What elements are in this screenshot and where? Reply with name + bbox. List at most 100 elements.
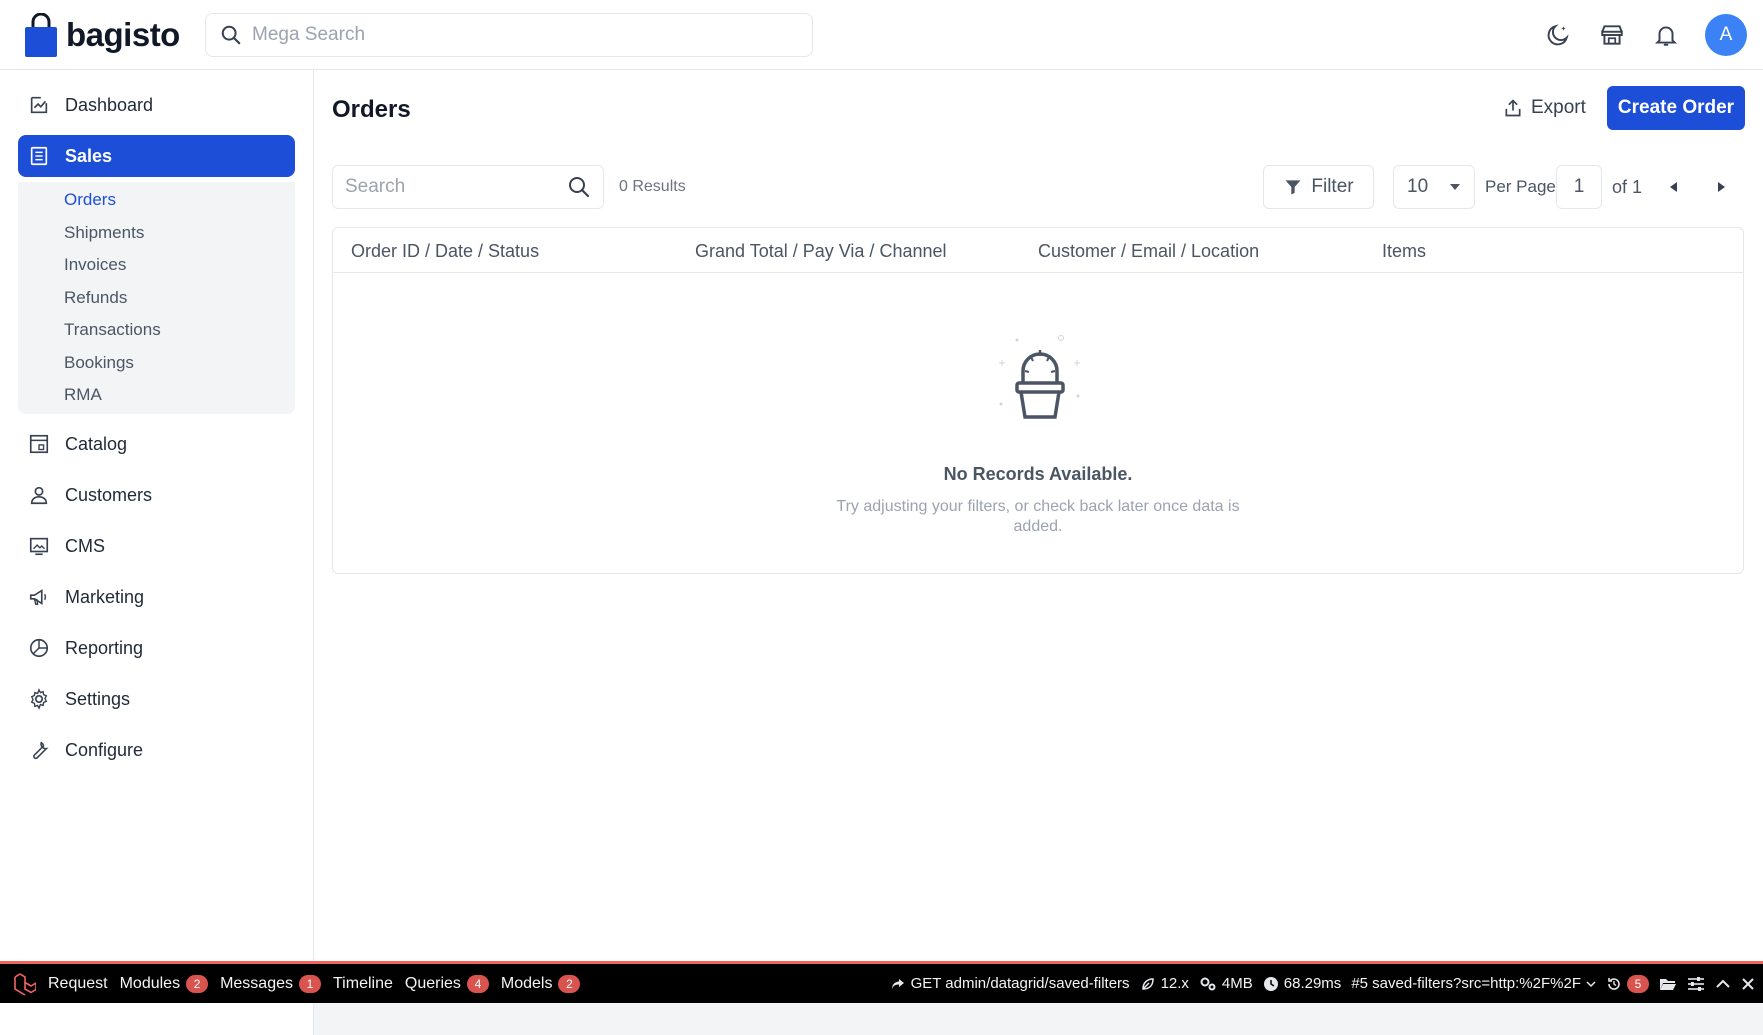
debug-tabs: Request Modules 2 Messages 1 Timeline Qu…	[0, 964, 586, 1003]
empty-cactus-icon	[999, 335, 1080, 419]
debug-tab-label: Timeline	[333, 974, 393, 992]
debug-tab-messages[interactable]: Messages 1	[214, 964, 327, 1003]
debug-version-text: 12.x	[1160, 975, 1189, 992]
create-order-button[interactable]: Create Order	[1607, 86, 1745, 130]
sidebar-item-sales[interactable]: Sales	[18, 135, 295, 177]
history-icon	[1608, 977, 1620, 990]
gear-icon	[27, 687, 51, 711]
debug-request-text: #5 saved-filters?src=http:%2F%2F	[1351, 975, 1581, 992]
submenu-item-refunds[interactable]: Refunds	[64, 288, 127, 308]
submenu-item-invoices[interactable]: Invoices	[64, 255, 126, 275]
sidebar-item-label: CMS	[65, 535, 105, 556]
sidebar-item-marketing[interactable]: Marketing	[18, 576, 295, 618]
header-actions: A	[1543, 13, 1747, 57]
filter-label: Filter	[1311, 176, 1354, 197]
debug-duration-text: 68.29ms	[1283, 975, 1342, 992]
submenu-item-shipments[interactable]: Shipments	[64, 223, 144, 243]
column-header-customer[interactable]: Customer / Email / Location	[1038, 241, 1259, 262]
debug-tab-request[interactable]: Request	[42, 964, 114, 1003]
debug-meta: GET admin/datagrid/saved-filters 12.x 4M…	[890, 964, 1755, 1003]
wrench-icon	[27, 738, 51, 762]
per-page-select[interactable]: 10	[1393, 165, 1475, 209]
megaphone-icon	[27, 585, 51, 609]
mega-search-box[interactable]	[205, 13, 813, 57]
sidebar-item-configure[interactable]: Configure	[18, 729, 295, 771]
sales-submenu: Orders Shipments Invoices Refunds Transa…	[18, 182, 295, 414]
orders-datagrid: Order ID / Date / Status Grand Total / P…	[332, 227, 1744, 574]
submenu-item-bookings[interactable]: Bookings	[64, 353, 134, 373]
column-header-grand-total[interactable]: Grand Total / Pay Via / Channel	[695, 241, 947, 262]
dashboard-icon	[27, 93, 51, 117]
sidebar-item-label: Configure	[65, 739, 144, 760]
per-page-value: 10	[1407, 176, 1429, 197]
page-number-input[interactable]: 1	[1556, 165, 1602, 209]
brand-logo[interactable]: bagisto	[24, 12, 180, 58]
search-icon	[221, 25, 241, 45]
debug-badge: 2	[558, 974, 581, 993]
sales-icon	[27, 144, 51, 168]
debug-tab-modules[interactable]: Modules 2	[114, 964, 214, 1003]
next-page-icon[interactable]	[1710, 176, 1732, 198]
debug-tab-label: Request	[48, 974, 108, 992]
debug-badge: 1	[299, 974, 321, 993]
sidebar-item-customers[interactable]: Customers	[18, 474, 295, 516]
filter-button[interactable]: Filter	[1263, 165, 1374, 209]
empty-state-title: No Records Available.	[943, 464, 1133, 484]
debug-tab-timeline[interactable]: Timeline	[327, 964, 399, 1003]
datagrid-search-input[interactable]	[345, 176, 545, 198]
page-total-label: of 1	[1612, 177, 1643, 197]
debug-duration: 68.29ms	[1263, 975, 1342, 992]
sidebar-item-catalog[interactable]: Catalog	[18, 423, 295, 465]
column-header-order[interactable]: Order ID / Date / Status	[351, 241, 539, 262]
sidebar-item-label: Catalog	[65, 433, 128, 454]
search-icon[interactable]	[567, 175, 591, 199]
datagrid-search-box[interactable]	[332, 165, 604, 209]
debug-route-text: GET admin/datagrid/saved-filters	[910, 975, 1130, 992]
sidebar-item-label: Reporting	[65, 637, 144, 658]
laravel-logo-icon[interactable]	[0, 964, 42, 1003]
results-count: 0 Results	[619, 178, 686, 195]
debug-tab-label: Models	[500, 974, 553, 992]
submenu-item-rma[interactable]: RMA	[64, 385, 102, 405]
page-bottom-area	[314, 1003, 1763, 1035]
debug-tab-models[interactable]: Models 2	[495, 964, 587, 1003]
debug-tab-queries[interactable]: Queries 4	[399, 964, 495, 1003]
column-header-items[interactable]: Items	[1382, 241, 1426, 262]
sidebar-item-settings[interactable]: Settings	[18, 678, 295, 720]
chevron-up-icon[interactable]	[1715, 976, 1731, 992]
debug-memory: 4MB	[1199, 975, 1253, 992]
sidebar-item-label: Settings	[65, 688, 131, 709]
export-button[interactable]: Export	[1493, 86, 1596, 130]
sidebar-item-cms[interactable]: CMS	[18, 525, 295, 567]
brand-name: bagisto	[66, 16, 180, 53]
catalog-icon	[27, 432, 51, 456]
cogs-icon	[1200, 977, 1216, 990]
user-avatar[interactable]: A	[1705, 14, 1747, 56]
top-header: bagisto A	[0, 0, 1763, 70]
empty-state-description: Try adjusting your filters, or check bac…	[836, 498, 1240, 535]
sidebar-item-reporting[interactable]: Reporting	[18, 627, 295, 669]
folder-open-icon[interactable]	[1659, 976, 1677, 992]
per-page-label: Per Page	[1485, 177, 1556, 196]
export-icon	[1505, 99, 1521, 117]
debug-badge: 2	[186, 974, 209, 993]
sidebar-item-label: Sales	[65, 145, 113, 166]
sliders-icon[interactable]	[1687, 976, 1705, 992]
debug-history[interactable]: 5	[1606, 974, 1649, 993]
submenu-item-transactions[interactable]: Transactions	[64, 320, 161, 340]
debug-route: GET admin/datagrid/saved-filters	[890, 975, 1130, 992]
sidebar-item-dashboard[interactable]: Dashboard	[18, 84, 295, 126]
prev-page-icon[interactable]	[1663, 176, 1685, 198]
moon-icon[interactable]	[1543, 20, 1573, 50]
debug-version: 12.x	[1140, 975, 1189, 992]
close-icon[interactable]	[1741, 977, 1755, 991]
bell-icon[interactable]	[1651, 20, 1681, 50]
storefront-icon[interactable]	[1597, 20, 1627, 50]
mega-search-input[interactable]	[252, 24, 792, 46]
submenu-item-orders[interactable]: Orders	[64, 190, 116, 210]
debug-request-select[interactable]: #5 saved-filters?src=http:%2F%2F	[1351, 975, 1596, 992]
page-title: Orders	[332, 96, 411, 123]
share-arrow-icon	[891, 978, 904, 989]
sidebar: Dashboard Sales Orders Shipments Invoice…	[0, 70, 314, 1035]
customers-icon	[27, 483, 51, 507]
